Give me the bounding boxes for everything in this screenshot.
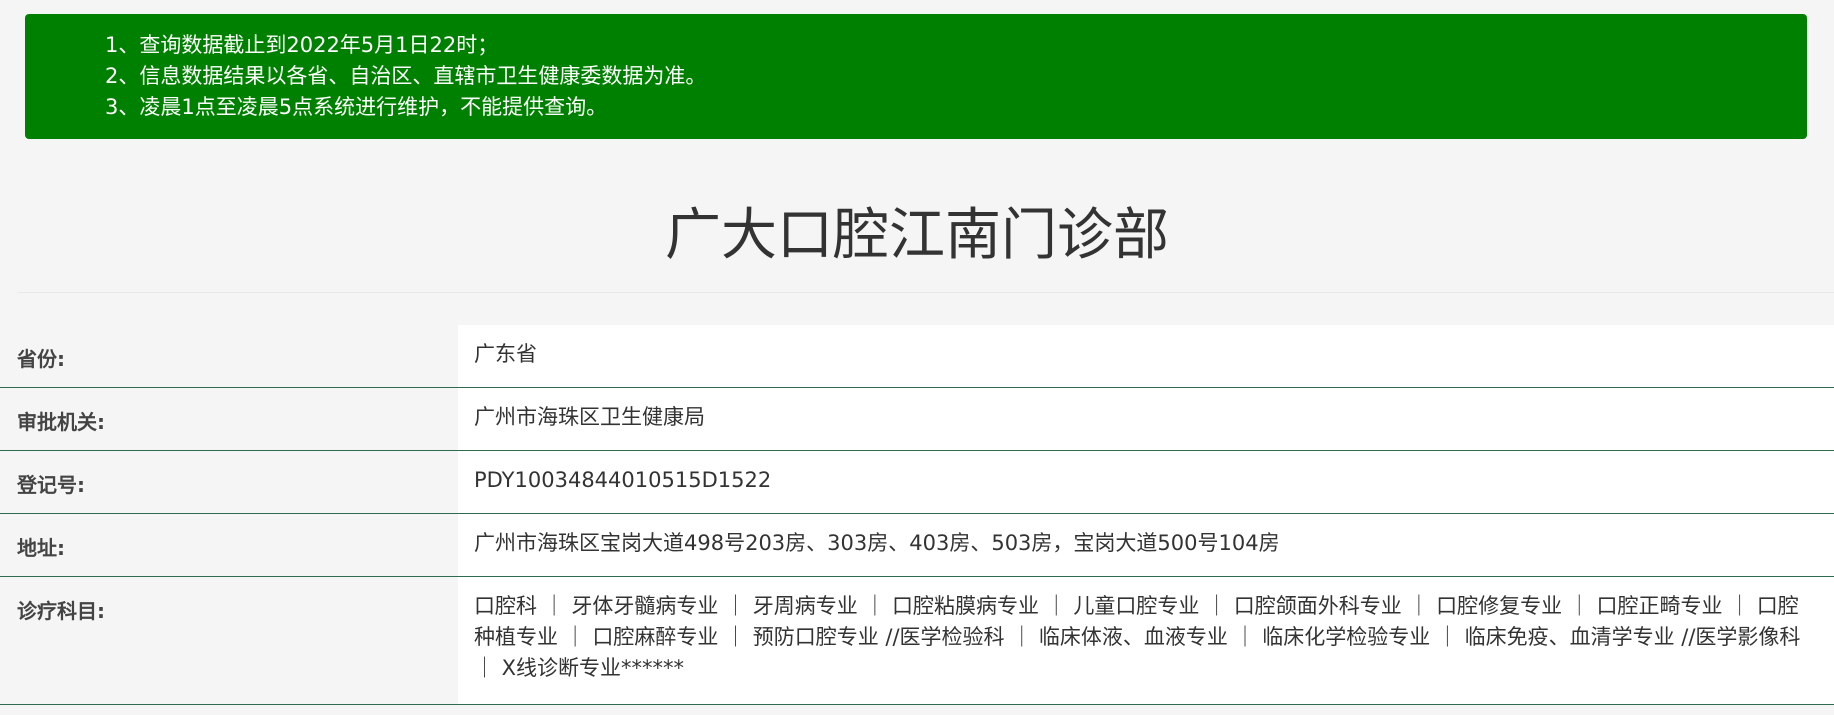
page-title: 广大口腔江南门诊部	[665, 203, 1169, 268]
departments-label: 诊疗科目:	[0, 577, 458, 704]
info-row-departments: 诊疗科目: 口腔科 ｜ 牙体牙髓病专业 ｜ 牙周病专业 ｜ 口腔粘膜病专业 ｜ …	[0, 577, 1834, 705]
registration-number-label: 登记号:	[0, 451, 458, 513]
province-value: 广东省	[458, 325, 1834, 387]
info-row-approval-authority: 审批机关: 广州市海珠区卫生健康局	[0, 388, 1834, 451]
notice-banner: 1、查询数据截止到2022年5月1日22时； 2、信息数据结果以各省、自治区、直…	[25, 14, 1807, 139]
departments-value: 口腔科 ｜ 牙体牙髓病专业 ｜ 牙周病专业 ｜ 口腔粘膜病专业 ｜ 儿童口腔专业…	[458, 577, 1834, 704]
notice-line-1: 1、查询数据截止到2022年5月1日22时；	[105, 33, 499, 57]
approval-authority-label: 审批机关:	[0, 388, 458, 450]
registration-number-value: PDY10034844010515D1522	[458, 451, 1834, 513]
info-row-address: 地址: 广州市海珠区宝岗大道498号203房、303房、403房、503房，宝岗…	[0, 514, 1834, 577]
info-table: 省份: 广东省 审批机关: 广州市海珠区卫生健康局 登记号: PDY100348…	[0, 325, 1834, 705]
approval-authority-value: 广州市海珠区卫生健康局	[458, 388, 1834, 450]
province-label: 省份:	[0, 325, 458, 387]
address-value: 广州市海珠区宝岗大道498号203房、303房、403房、503房，宝岗大道50…	[458, 514, 1834, 576]
notice-line-2: 2、信息数据结果以各省、自治区、直辖市卫生健康委数据为准。	[105, 64, 707, 88]
info-row-registration-number: 登记号: PDY10034844010515D1522	[0, 451, 1834, 514]
title-divider	[18, 292, 1834, 293]
notice-line-3: 3、凌晨1点至凌晨5点系统进行维护，不能提供查询。	[105, 95, 608, 119]
info-row-province: 省份: 广东省	[0, 325, 1834, 388]
address-label: 地址:	[0, 514, 458, 576]
